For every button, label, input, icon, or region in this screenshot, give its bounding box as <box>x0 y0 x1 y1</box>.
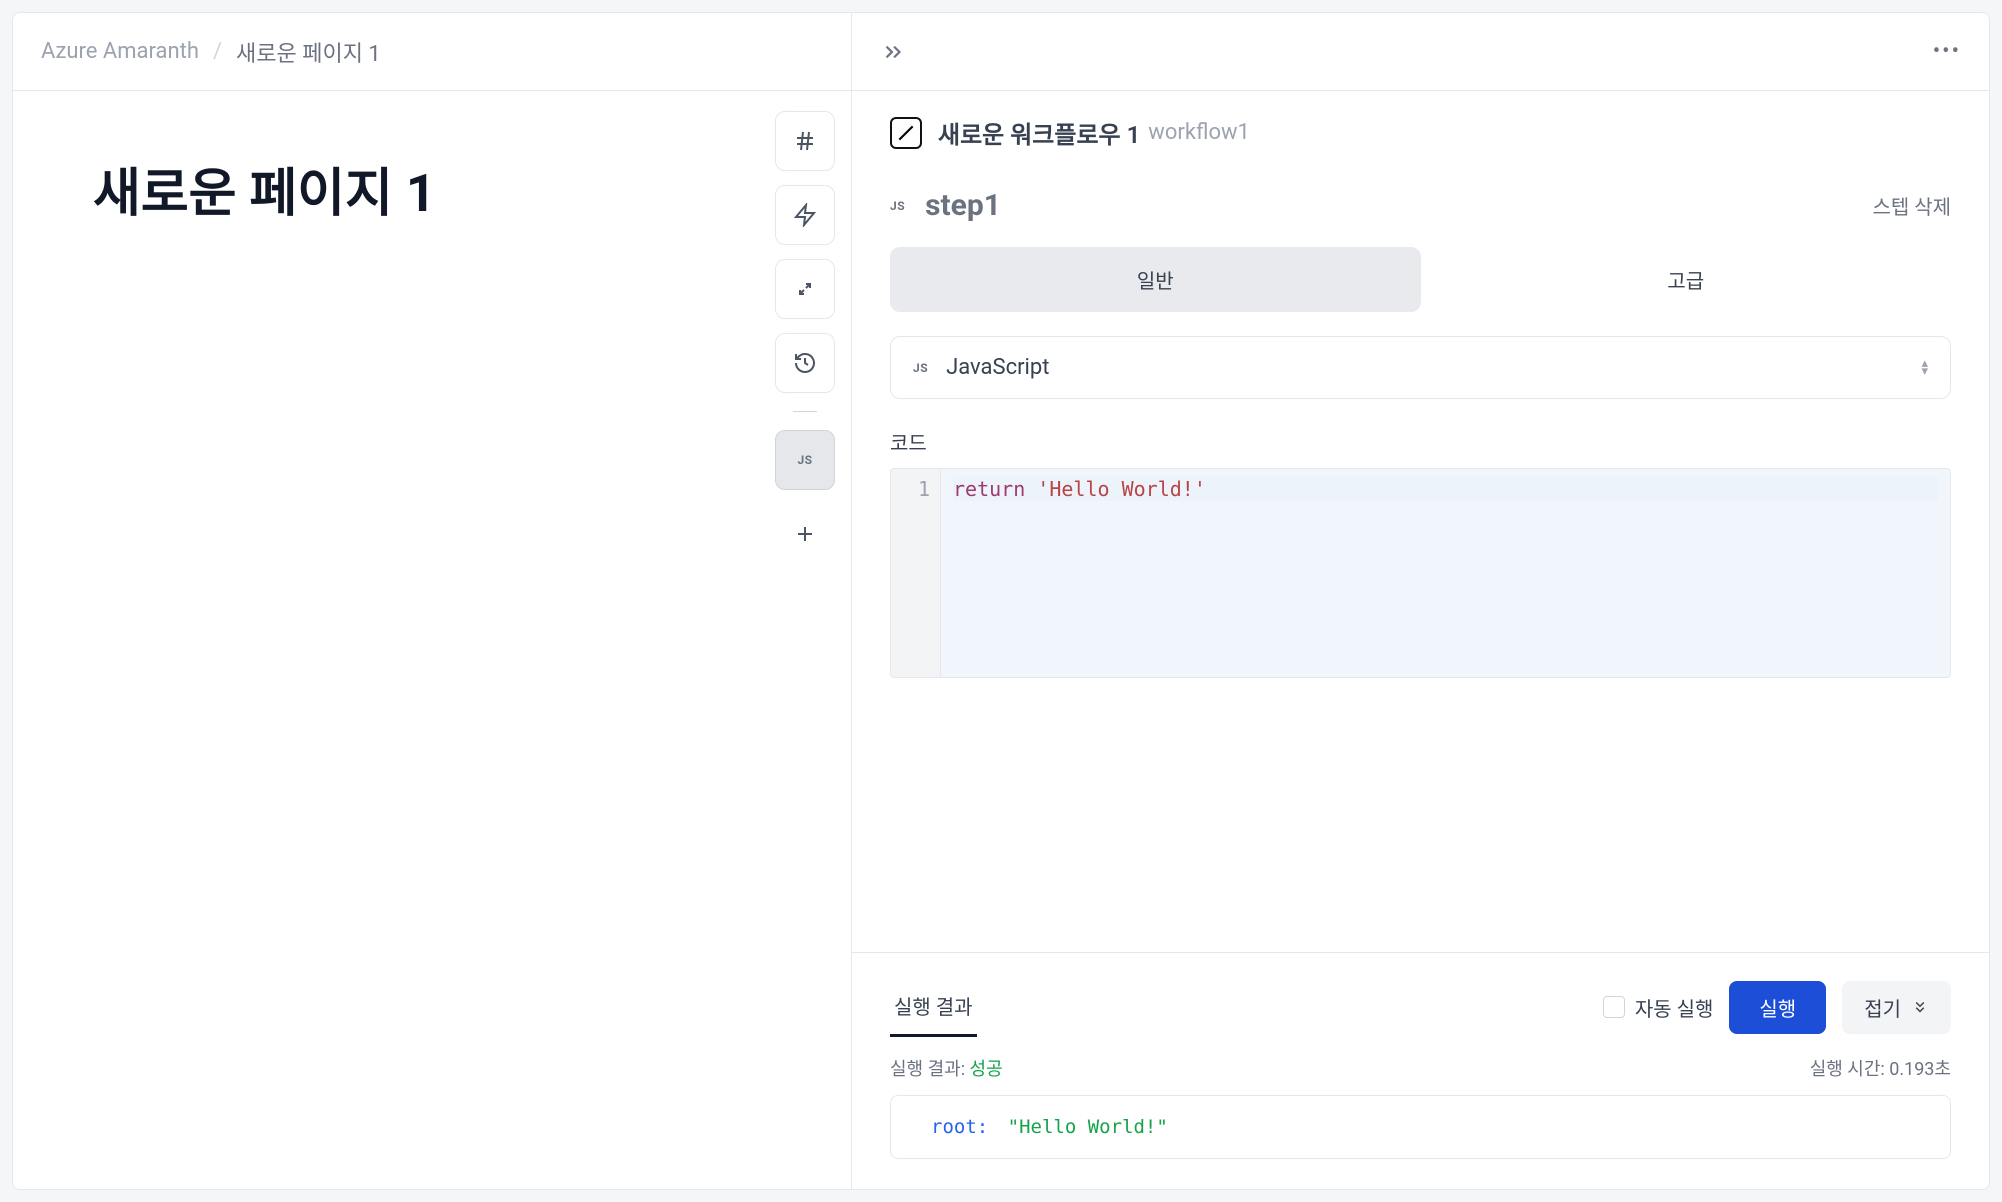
js-icon: JS <box>913 361 928 375</box>
side-toolbar: JS <box>759 91 851 1189</box>
side-divider <box>793 411 817 412</box>
result-status-label: 실행 결과: <box>890 1059 965 1080</box>
select-chevrons-icon: ▴▾ <box>1921 360 1928 376</box>
js-step-button[interactable]: JS <box>775 430 835 490</box>
code-label: 코드 <box>890 427 1951 456</box>
result-output: root: "Hello World!" <box>890 1095 1951 1159</box>
code-string: 'Hello World!' <box>1037 477 1206 501</box>
page-title[interactable]: 새로운 페이지 1 <box>93 151 679 226</box>
breadcrumb-page[interactable]: 새로운 페이지 1 <box>236 36 381 68</box>
collapse-panel-button[interactable] <box>880 39 906 65</box>
breadcrumb-project[interactable]: Azure Amaranth <box>41 39 199 64</box>
add-step-button[interactable] <box>775 504 835 564</box>
auto-run-label: 자동 실행 <box>1635 993 1714 1022</box>
tab-general[interactable]: 일반 <box>890 247 1421 312</box>
breadcrumb: Azure Amaranth / 새로운 페이지 1 <box>13 13 851 91</box>
step-name[interactable]: step1 <box>925 188 1001 223</box>
js-icon: JS <box>797 453 812 467</box>
branch-button[interactable] <box>775 259 835 319</box>
chevron-double-down-icon <box>1911 998 1929 1016</box>
workflow-title[interactable]: 새로운 워크플로우 1 <box>938 115 1140 150</box>
results-tab[interactable]: 실행 결과 <box>890 977 977 1037</box>
step-type-icon: JS <box>890 199 905 213</box>
lightning-button[interactable] <box>775 185 835 245</box>
breadcrumb-separator: / <box>213 39 222 64</box>
code-editor[interactable]: 1 return 'Hello World!' <box>890 468 1951 678</box>
code-area[interactable]: return 'Hello World!' <box>941 469 1950 677</box>
tab-advanced[interactable]: 고급 <box>1421 247 1952 312</box>
workflow-icon <box>890 117 922 149</box>
results-section: 실행 결과 자동 실행 실행 접기 <box>852 952 1989 1189</box>
plus-icon <box>793 522 817 546</box>
step-tabs: 일반 고급 <box>890 247 1951 312</box>
language-label: JavaScript <box>946 355 1049 380</box>
delete-step-button[interactable]: 스텝 삭제 <box>1872 191 1951 220</box>
workflow-id: workflow1 <box>1148 120 1250 145</box>
history-button[interactable] <box>775 333 835 393</box>
branch-icon <box>793 277 817 301</box>
more-menu-button[interactable]: ••• <box>1933 39 1961 64</box>
run-button[interactable]: 실행 <box>1729 981 1826 1034</box>
code-gutter: 1 <box>891 469 941 677</box>
left-panel: Azure Amaranth / 새로운 페이지 1 새로운 페이지 1 <box>12 12 852 1190</box>
collapse-results-button[interactable]: 접기 <box>1842 981 1951 1034</box>
auto-run-checkbox[interactable] <box>1603 996 1625 1018</box>
history-icon <box>793 351 817 375</box>
chevron-double-right-icon <box>880 39 906 65</box>
auto-run-toggle[interactable]: 자동 실행 <box>1603 993 1714 1022</box>
line-number: 1 <box>901 477 930 501</box>
hash-button[interactable] <box>775 111 835 171</box>
ellipsis-icon: ••• <box>1933 39 1961 64</box>
collapse-label: 접기 <box>1864 993 1901 1022</box>
result-key: root: <box>931 1116 988 1138</box>
workflow-header: 새로운 워크플로우 1 workflow1 <box>852 91 1989 174</box>
hash-icon <box>793 129 817 153</box>
result-status-value: 성공 <box>970 1059 1003 1080</box>
code-keyword: return <box>953 477 1025 501</box>
lightning-icon <box>793 203 817 227</box>
execution-time: 실행 시간: 0.193초 <box>1810 1055 1951 1081</box>
result-value: "Hello World!" <box>1008 1116 1168 1138</box>
right-panel: ••• 새로운 워크플로우 1 workflow1 JS step1 스텝 삭제 <box>852 12 1990 1190</box>
language-select[interactable]: JS JavaScript ▴▾ <box>890 336 1951 399</box>
